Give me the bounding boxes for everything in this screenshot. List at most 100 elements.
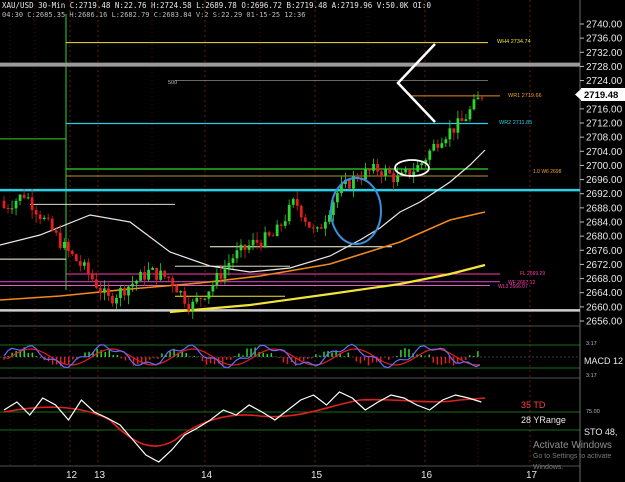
candle-body bbox=[6, 207, 10, 209]
macd-panel bbox=[0, 343, 580, 369]
white-ellipse-drawing bbox=[394, 159, 430, 177]
price-tick-label: 2728.00 bbox=[586, 62, 623, 73]
candle-body bbox=[94, 279, 98, 288]
candle-body bbox=[348, 179, 351, 189]
candle-body bbox=[432, 143, 436, 151]
candle-body bbox=[452, 128, 456, 133]
wl3-label: WL3 2666.07 bbox=[498, 284, 528, 290]
candle-body bbox=[259, 242, 263, 247]
candle-body bbox=[464, 119, 468, 122]
candle-body bbox=[46, 217, 50, 219]
stoch-slow-line bbox=[3, 397, 486, 447]
mid-level-label: 1.0 W6 2698 bbox=[533, 169, 562, 175]
candle-body bbox=[227, 262, 231, 268]
candle-body bbox=[171, 278, 175, 286]
candle-body bbox=[448, 128, 452, 140]
candle-body bbox=[86, 262, 90, 274]
candle-body bbox=[295, 199, 299, 206]
candle-body bbox=[115, 297, 118, 304]
date-label: 13 bbox=[94, 470, 106, 481]
candle-body bbox=[364, 169, 367, 180]
candle-body bbox=[10, 208, 14, 210]
wh4-label: WH4 2734.74 bbox=[497, 39, 531, 45]
last-price-value: 2719.48 bbox=[584, 90, 618, 101]
price-tick-label: 2668.00 bbox=[586, 274, 623, 285]
price-tick-label: 2732.00 bbox=[586, 48, 623, 59]
candle-body bbox=[384, 169, 387, 177]
moving-averages bbox=[0, 149, 486, 314]
candle-body bbox=[26, 197, 30, 199]
candle-body bbox=[476, 97, 480, 100]
candle-body bbox=[444, 139, 448, 144]
five-hundred-label: 500 bbox=[168, 80, 177, 86]
candle-body bbox=[299, 205, 303, 218]
price-tick-label: 2700.00 bbox=[586, 161, 623, 172]
candle-body bbox=[215, 273, 219, 286]
candle-body bbox=[62, 242, 66, 248]
candle-body bbox=[82, 262, 86, 266]
candle-body bbox=[187, 303, 191, 311]
candle-body bbox=[372, 163, 375, 171]
candle-body bbox=[18, 194, 22, 201]
price-tick-label: 2716.00 bbox=[586, 104, 623, 115]
price-tick-label: 2664.00 bbox=[586, 288, 623, 299]
candle-body bbox=[143, 271, 146, 280]
candle-body bbox=[392, 173, 396, 182]
candle-body bbox=[2, 200, 6, 208]
candle-body bbox=[456, 118, 460, 133]
price-tick-label: 2656.00 bbox=[586, 317, 623, 328]
candle-body bbox=[388, 169, 392, 174]
candle-body bbox=[103, 288, 106, 293]
candle-body bbox=[119, 287, 122, 298]
candle-body bbox=[311, 227, 315, 229]
candle-body bbox=[303, 217, 307, 222]
price-tick-label: 2708.00 bbox=[586, 133, 623, 144]
price-tick-label: 2680.00 bbox=[586, 232, 623, 243]
candle-body bbox=[416, 165, 420, 172]
candle-body bbox=[436, 143, 440, 148]
candle-body bbox=[335, 193, 339, 203]
wr1-label: WR1 2719.66 bbox=[508, 93, 542, 99]
date-axis: 12 13 14 15 16 17 bbox=[66, 470, 538, 481]
candle-body bbox=[283, 221, 287, 226]
stoch-fast-line bbox=[3, 391, 482, 463]
macd-label: MACD 12 bbox=[584, 356, 623, 366]
sto-label: STO 48, bbox=[584, 427, 617, 437]
candle-body bbox=[207, 291, 211, 299]
price-chart[interactable]: WH4 2734.74 500 WR1 2719.66 WR2 2711.85 … bbox=[0, 0, 625, 482]
candle-body bbox=[163, 270, 167, 277]
price-tick-label: 2712.00 bbox=[586, 119, 623, 130]
price-tick-label: 2696.00 bbox=[586, 175, 623, 186]
candle-body bbox=[70, 250, 74, 255]
candle-body bbox=[155, 267, 159, 280]
price-tick-label: 2704.00 bbox=[586, 147, 623, 158]
date-label: 16 bbox=[421, 470, 433, 481]
candle-body bbox=[460, 118, 464, 122]
drawings bbox=[330, 43, 436, 245]
candle-body bbox=[179, 291, 183, 293]
wr2-label: WR2 2711.85 bbox=[499, 120, 532, 126]
last-price-pointer bbox=[575, 89, 581, 100]
candle-body bbox=[223, 267, 227, 279]
candle-body bbox=[428, 150, 432, 160]
candle-body bbox=[159, 270, 163, 280]
candle-body bbox=[468, 109, 472, 120]
activation-watermark: Activate Windows Go to Settings to activ… bbox=[533, 440, 625, 473]
price-tick-label: 2692.00 bbox=[586, 189, 623, 200]
watermark-subtitle: Go to Settings to activate Windows. bbox=[533, 453, 612, 471]
candle-body bbox=[263, 232, 267, 247]
candle-body bbox=[131, 283, 134, 287]
candle-body bbox=[123, 287, 126, 296]
candle-body bbox=[315, 227, 319, 229]
price-tick-label: 2684.00 bbox=[586, 218, 623, 229]
candle-body bbox=[135, 280, 138, 284]
date-label: 14 bbox=[201, 470, 213, 481]
candle-body bbox=[167, 276, 171, 279]
candle-body bbox=[90, 273, 94, 280]
watermark-title: Activate Windows bbox=[533, 440, 612, 451]
macd-level-top: 3.17 bbox=[586, 341, 597, 347]
candle-body bbox=[66, 242, 70, 251]
stoch-panel bbox=[0, 391, 580, 463]
date-label: 12 bbox=[66, 470, 78, 481]
candle-body bbox=[54, 230, 58, 233]
